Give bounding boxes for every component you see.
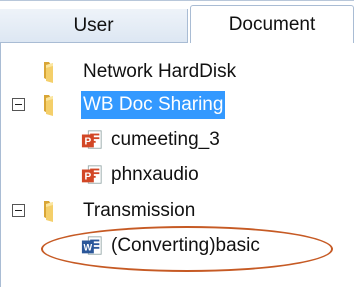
tree-item-label: WB Doc Sharing <box>81 91 226 119</box>
svg-text:W: W <box>84 243 93 253</box>
tab-user[interactable]: User <box>0 9 188 43</box>
collapse-toggle[interactable] <box>12 204 25 217</box>
powerpoint-icon: P <box>81 130 102 149</box>
document-panel: User Document Network HardDisk WB Doc Sh… <box>0 0 354 287</box>
tab-document-label: Document <box>228 13 316 35</box>
tree-item-label: phnxaudio <box>111 164 199 185</box>
svg-text:P: P <box>85 172 92 183</box>
tree-item-label: Transmission <box>83 200 196 221</box>
tab-bar: User Document <box>0 1 354 43</box>
folder-icon <box>44 62 53 83</box>
tree-item-label: Network HardDisk <box>83 61 237 82</box>
folder-icon <box>44 201 53 222</box>
folder-icon <box>44 95 53 116</box>
tree-item-label: (Converting)basic <box>111 235 260 256</box>
powerpoint-icon: P <box>81 165 102 184</box>
tree-item-label: cumeeting_3 <box>111 129 220 150</box>
tab-document[interactable]: Document <box>190 5 354 43</box>
collapse-toggle[interactable] <box>12 98 25 111</box>
svg-text:P: P <box>85 137 92 148</box>
document-tree: Network HardDisk WB Doc Sharing P cumeet… <box>0 43 354 287</box>
word-icon: W <box>81 236 102 255</box>
tab-user-label: User <box>73 14 114 36</box>
